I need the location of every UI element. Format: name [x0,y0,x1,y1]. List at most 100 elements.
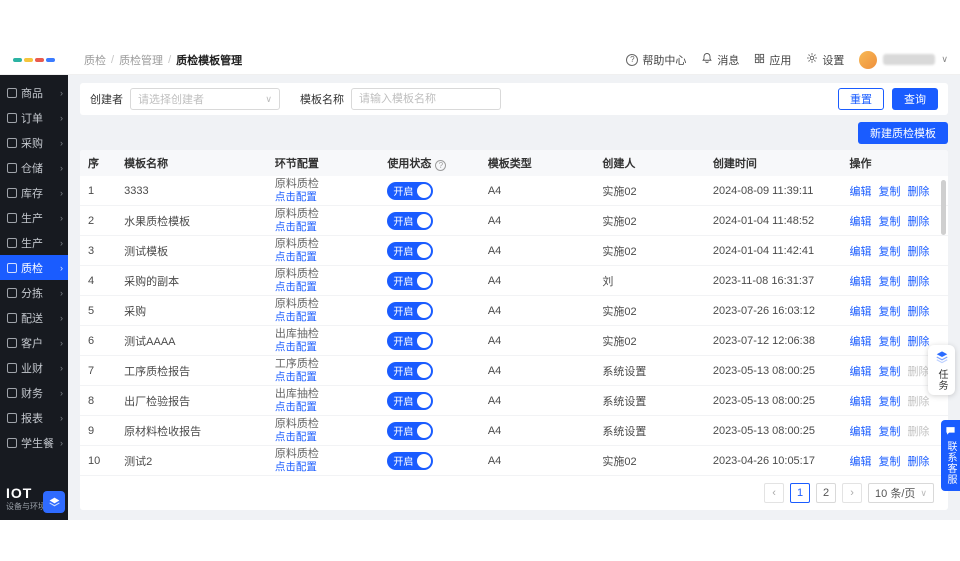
page-button-1[interactable]: 1 [790,483,811,503]
sidebar-item-7[interactable]: 生产 › [0,230,68,255]
help-center-button[interactable]: ? 帮助中心 [626,52,686,68]
configure-link[interactable]: 点击配置 [275,311,372,323]
edit-link[interactable]: 编辑 [849,396,871,408]
table-row: 5 采购 原料质检 点击配置 开启 A4 实施02 2023-07-26 16:03:12 编辑… [80,295,948,326]
edit-link[interactable]: 编辑 [849,186,871,198]
table-body: 1 3333 原料质检 点击配置 开启 A4 实施02 2024-08-09 11:39:11… [80,176,948,476]
iot-device-icon[interactable] [43,491,65,513]
status-toggle[interactable]: 开启 [387,241,434,260]
sidebar-item-6[interactable]: 生产 › [0,205,68,230]
delete-link[interactable]: 删除 [907,306,929,318]
creator-select-placeholder: 请选择创建者 [138,94,204,106]
sidebar-item-15[interactable]: 学生餐 › [0,430,68,455]
breadcrumb-item[interactable]: 质检管理 [119,52,163,68]
copy-link[interactable]: 复制 [878,306,900,318]
edit-link[interactable]: 编辑 [849,336,871,348]
new-template-button[interactable]: 新建质检模板 [858,122,948,144]
app-logo[interactable] [0,57,68,62]
edit-link[interactable]: 编辑 [849,246,871,258]
sidebar-item-4[interactable]: 仓储 › [0,155,68,180]
prev-page-button[interactable]: ‹ [764,483,785,503]
support-float-button[interactable]: 联系客服 [941,420,960,491]
configure-link[interactable]: 点击配置 [275,221,372,233]
copy-link[interactable]: 复制 [878,186,900,198]
bell-icon [701,52,713,67]
avatar [859,50,878,69]
page-button-2[interactable]: 2 [816,483,837,503]
sidebar-item-13[interactable]: 财务 › [0,380,68,405]
edit-link[interactable]: 编辑 [849,306,871,318]
sidebar-item-3[interactable]: 采购 › [0,130,68,155]
copy-link[interactable]: 复制 [878,246,900,258]
status-toggle[interactable]: 开启 [387,331,434,350]
status-toggle[interactable]: 开启 [387,451,434,470]
copy-link[interactable]: 复制 [878,366,900,378]
status-toggle[interactable]: 开启 [387,181,434,200]
tasks-float-button[interactable]: 任务 [928,345,955,395]
edit-link[interactable]: 编辑 [849,366,871,378]
table-row: 4 采购的副本 原料质检 点击配置 开启 A4 刘 2023-11-08 16:31:37 编辑… [80,265,948,296]
status-toggle[interactable]: 开启 [387,361,434,380]
sidebar-item-2[interactable]: 订单 › [0,105,68,130]
delete-link[interactable]: 删除 [907,456,929,468]
query-button[interactable]: 查询 [892,88,938,110]
template-name-input[interactable] [351,88,501,110]
breadcrumb-item[interactable]: 质检 [84,52,106,68]
sidebar-item-1[interactable]: 商品 › [0,80,68,105]
created-time: 2023-11-08 16:31:37 [704,265,842,296]
status-toggle[interactable]: 开启 [387,271,434,290]
edit-link[interactable]: 编辑 [849,216,871,228]
configure-link[interactable]: 点击配置 [275,281,372,293]
copy-link[interactable]: 复制 [878,456,900,468]
template-type: A4 [479,445,595,476]
table-row: 3 测试模板 原料质检 点击配置 开启 A4 实施02 2024-01-04 11:42:41… [80,235,948,266]
copy-link[interactable]: 复制 [878,216,900,228]
copy-link[interactable]: 复制 [878,396,900,408]
delete-link[interactable]: 删除 [907,216,929,228]
edit-link[interactable]: 编辑 [849,276,871,288]
sidebar-item-14[interactable]: 报表 › [0,405,68,430]
toggle-knob [417,243,432,258]
copy-link[interactable]: 复制 [878,336,900,348]
apps-button[interactable]: 应用 [754,52,791,68]
configure-link[interactable]: 点击配置 [275,401,372,413]
settings-button[interactable]: 设置 [806,52,844,68]
sidebar-item-8[interactable]: 质检 › [0,255,68,280]
delete-link[interactable]: 删除 [907,246,929,258]
edit-link[interactable]: 编辑 [849,426,871,438]
tasks-label: 任务 [936,369,947,391]
info-icon[interactable]: ? [435,160,447,171]
sidebar-item-11[interactable]: 客户 › [0,330,68,355]
edit-link[interactable]: 编辑 [849,456,871,468]
user-menu[interactable]: ∨ [859,50,948,69]
configure-link[interactable]: 点击配置 [275,371,372,383]
help-center-label: 帮助中心 [642,54,687,67]
configure-link[interactable]: 点击配置 [275,191,372,203]
page-size-select[interactable]: 10 条/页 ∨ [868,483,934,503]
sidebar-item-10[interactable]: 配送 › [0,305,68,330]
configure-link[interactable]: 点击配置 [275,431,372,443]
status-toggle[interactable]: 开启 [387,391,434,410]
messages-button[interactable]: 消息 [701,52,739,68]
configure-link[interactable]: 点击配置 [275,341,372,353]
status-toggle[interactable]: 开启 [387,211,434,230]
creator-select[interactable]: 请选择创建者 ∨ [130,88,280,110]
sidebar-item-5[interactable]: 库存 › [0,180,68,205]
delete-link[interactable]: 删除 [907,336,929,348]
delete-link[interactable]: 删除 [907,276,929,288]
sidebar-item-12[interactable]: 业财 › [0,355,68,380]
configure-link[interactable]: 点击配置 [275,461,372,473]
copy-link[interactable]: 复制 [878,426,900,438]
sidebar-item-icon [7,112,17,123]
status-toggle[interactable]: 开启 [387,301,434,320]
copy-link[interactable]: 复制 [878,276,900,288]
main-content: 创建者 请选择创建者 ∨ 模板名称 重置 查询 新建质检模板 [68,75,960,520]
configure-link[interactable]: 点击配置 [275,251,372,263]
status-toggle[interactable]: 开启 [387,421,434,440]
vertical-scrollbar-thumb[interactable] [941,180,946,235]
sidebar-item-9[interactable]: 分拣 › [0,280,68,305]
delete-link[interactable]: 删除 [907,186,929,198]
toggle-knob [417,363,432,378]
reset-button[interactable]: 重置 [838,88,884,110]
next-page-button[interactable]: › [842,483,863,503]
